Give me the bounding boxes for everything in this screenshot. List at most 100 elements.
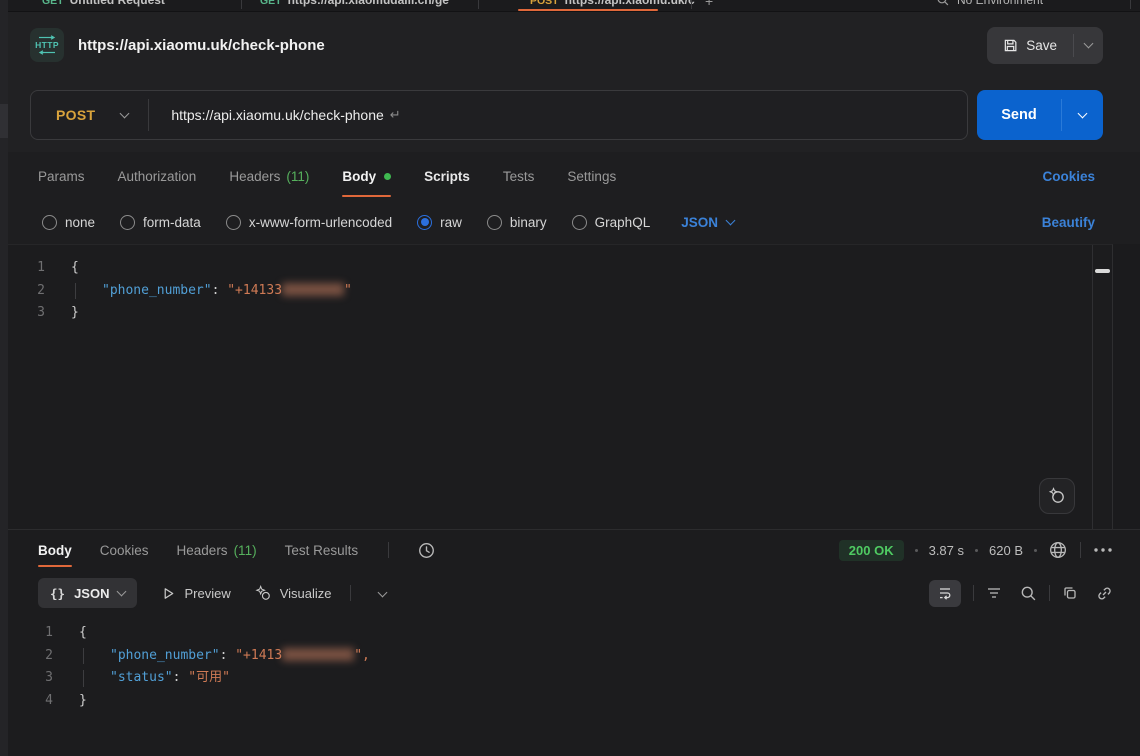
tab-label: Body (342, 169, 376, 184)
code-text: { (79, 622, 87, 645)
json-key: "phone_number" (110, 648, 220, 663)
radio-raw-selected[interactable]: raw (417, 215, 462, 230)
raw-format-dropdown[interactable]: JSON (681, 215, 734, 230)
history-button[interactable] (417, 541, 436, 560)
postbot-button[interactable] (1039, 478, 1075, 514)
wrap-text-button[interactable] (929, 580, 961, 607)
response-tab-cookies[interactable]: Cookies (100, 543, 149, 558)
tab-scripts[interactable]: Scripts (424, 169, 470, 184)
environment-selector[interactable]: No Environment (936, 0, 1043, 7)
url-input[interactable]: https://api.xiaomu.uk/check-phone ↵ (149, 107, 967, 123)
tab-authorization[interactable]: Authorization (118, 169, 197, 184)
code-line: 1 { (8, 622, 1140, 645)
active-tab-underline (518, 9, 658, 11)
code-line: 2 "phone_number": "+14133" (8, 280, 1112, 303)
link-button[interactable] (1096, 585, 1113, 602)
radio-icon (487, 215, 502, 230)
response-size[interactable]: 620 B (989, 543, 1023, 558)
send-options-button[interactable] (1062, 90, 1103, 140)
network-info-button[interactable] (1048, 540, 1068, 560)
radio-label: x-www-form-urlencoded (249, 215, 392, 230)
arrow-left-icon (37, 50, 57, 55)
chevron-down-icon (377, 587, 387, 597)
tab-settings[interactable]: Settings (567, 169, 616, 184)
response-format-dropdown[interactable]: {} JSON (38, 578, 137, 608)
line-number: 2 (8, 645, 53, 668)
indent-guide (75, 283, 76, 300)
method-selector[interactable]: POST (31, 107, 148, 123)
editor-scrollbar[interactable] (1092, 245, 1112, 529)
json-value: ", (354, 648, 370, 663)
collapsed-sidebar[interactable] (0, 0, 8, 756)
request-tab-1[interactable]: GETUntitled Request (42, 0, 165, 7)
method-label: POST (56, 107, 95, 123)
http-badge-label: HTTP (35, 41, 59, 49)
code-text: { (71, 257, 79, 280)
search-response-button[interactable] (1020, 585, 1037, 602)
response-body-editor[interactable]: 1 { 2 "phone_number": "+1413", 3 "status… (8, 616, 1140, 756)
response-panel: Body Cookies Headers (11) Test Results 20… (8, 529, 1140, 756)
tab-tests[interactable]: Tests (503, 169, 535, 184)
tab-label: Headers (177, 543, 228, 558)
request-tab-2[interactable]: GET https://api.xiaomudaili.cn/ge (260, 0, 449, 7)
request-tab-3-active[interactable]: POSThttps://api.xiaomu.uk/c (530, 0, 695, 7)
method-badge: GET (260, 0, 282, 7)
body-modified-dot (384, 173, 391, 180)
tab-params[interactable]: Params (38, 169, 85, 184)
headers-count: (11) (234, 543, 257, 558)
divider (388, 542, 389, 558)
save-button[interactable]: Save (987, 27, 1073, 64)
format-label: JSON (74, 586, 109, 601)
line-number: 1 (8, 257, 45, 280)
environment-label: No Environment (957, 0, 1043, 7)
save-icon (1003, 38, 1018, 53)
postbot-sparkle-icon (1048, 487, 1066, 505)
chevron-down-icon (1084, 38, 1094, 48)
json-key: "status" (110, 670, 173, 685)
response-tab-headers[interactable]: Headers (11) (177, 543, 257, 558)
radio-binary[interactable]: binary (487, 215, 547, 230)
response-tab-body[interactable]: Body (38, 543, 72, 558)
response-meta: 200 OK 3.87 s 620 B (839, 540, 1113, 561)
copy-response-button[interactable] (1062, 585, 1078, 601)
json-key: "phone_number" (102, 283, 212, 298)
radio-x-www-form-urlencoded[interactable]: x-www-form-urlencoded (226, 215, 392, 230)
view-options-button[interactable] (379, 586, 386, 601)
radio-label: GraphQL (595, 215, 651, 230)
save-options-button[interactable] (1074, 27, 1103, 64)
workspace-tab-strip: GETUntitled Request GET https://api.xiaom… (8, 0, 1140, 12)
radio-form-data[interactable]: form-data (120, 215, 201, 230)
json-value: " (344, 283, 352, 298)
response-tab-test-results[interactable]: Test Results (285, 543, 359, 558)
radio-label: binary (510, 215, 547, 230)
status-badge[interactable]: 200 OK (839, 540, 904, 561)
response-time[interactable]: 3.87 s (929, 543, 964, 558)
history-clock-icon (417, 541, 436, 560)
radio-none[interactable]: none (42, 215, 95, 230)
visualize-button[interactable]: Visualize (255, 585, 332, 602)
filter-button[interactable] (986, 586, 1002, 600)
url-row: POST https://api.xiaomu.uk/check-phone ↵… (8, 78, 1140, 152)
scrollbar-thumb[interactable] (1095, 269, 1110, 273)
tab-title: https://api.xiaomudaili.cn/ge (288, 0, 449, 7)
line-number: 3 (8, 667, 53, 690)
url-value: https://api.xiaomu.uk/check-phone (171, 107, 383, 123)
tab-divider (691, 0, 692, 9)
radio-graphql[interactable]: GraphQL (572, 215, 651, 230)
cookies-link[interactable]: Cookies (1042, 169, 1095, 184)
tab-body[interactable]: Body (342, 169, 391, 184)
more-actions-button[interactable] (1093, 546, 1113, 554)
copy-icon (1062, 585, 1078, 601)
beautify-link[interactable]: Beautify (1042, 215, 1095, 230)
request-body-editor[interactable]: 1 { 2 "phone_number": "+14133" 3 } (8, 244, 1113, 529)
divider (1080, 542, 1081, 558)
code-text: "phone_number": "+14133" (71, 280, 352, 303)
add-tab-button[interactable]: + (705, 0, 713, 9)
sidebar-handle[interactable] (0, 104, 8, 138)
tab-headers[interactable]: Headers(11) (229, 169, 309, 184)
tab-divider (478, 0, 479, 9)
preview-button[interactable]: Preview (161, 586, 230, 601)
send-button[interactable]: Send (977, 90, 1061, 140)
dot-separator (915, 549, 918, 552)
response-toolbar: {} JSON Preview Visualize (8, 570, 1140, 616)
